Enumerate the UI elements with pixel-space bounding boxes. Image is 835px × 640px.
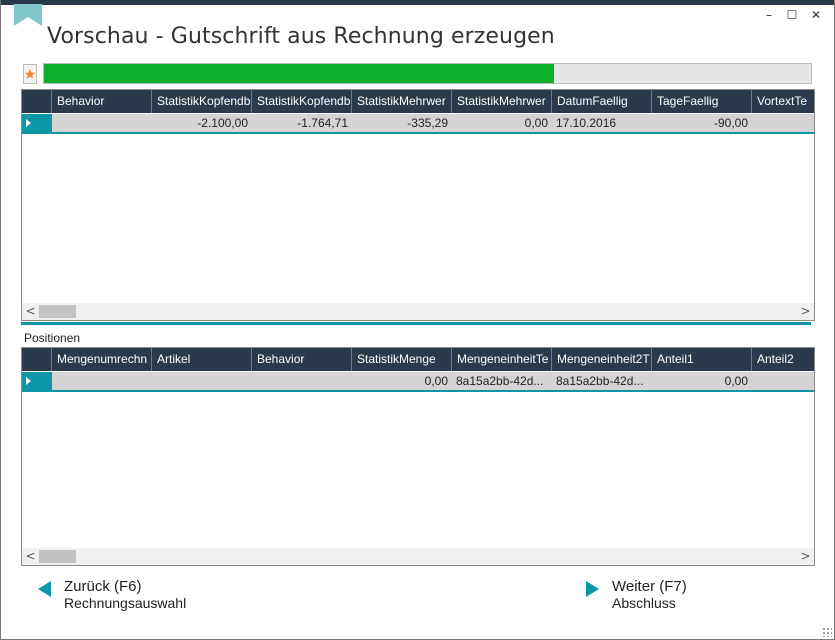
arrow-right-icon — [586, 581, 599, 597]
table-cell[interactable]: -335,29 — [352, 114, 452, 132]
table-cell[interactable] — [252, 372, 352, 390]
column-header[interactable]: StatistikMenge — [352, 348, 452, 371]
maximize-button[interactable]: ☐ — [785, 8, 799, 22]
grid-header-corner — [22, 348, 52, 371]
column-header[interactable]: Anteil1 — [652, 348, 752, 371]
scroll-left-button[interactable]: < — [22, 548, 39, 565]
favorite-button[interactable] — [23, 64, 37, 84]
column-header[interactable]: Anteil2 — [752, 348, 814, 371]
column-header[interactable]: StatistikKopfendb — [252, 90, 352, 113]
positions-label: Positionen — [24, 331, 81, 345]
table-cell[interactable]: -90,00 — [652, 114, 752, 132]
scroll-thumb[interactable] — [39, 550, 76, 563]
arrow-left-icon — [38, 581, 51, 597]
grid-header-corner — [22, 90, 52, 113]
table-cell[interactable]: 0,00 — [652, 372, 752, 390]
row-selected-arrow-icon — [26, 119, 31, 127]
back-button-sublabel: Rechnungsauswahl — [64, 595, 187, 611]
table-cell[interactable] — [752, 114, 814, 132]
column-header[interactable]: StatistikMehrwer — [352, 90, 452, 113]
column-header[interactable]: Behavior — [52, 90, 152, 113]
table-cell[interactable]: -2.100,00 — [152, 114, 252, 132]
panel-splitter[interactable] — [21, 322, 811, 325]
table-row[interactable]: -2.100,00 -1.764,71 -335,29 0,00 17.10.2… — [22, 114, 814, 134]
next-button-sublabel: Abschluss — [612, 595, 676, 611]
progress-fill — [44, 64, 555, 83]
column-header[interactable]: DatumFaellig — [552, 90, 652, 113]
column-header[interactable]: StatistikMehrwer — [452, 90, 552, 113]
table-cell[interactable] — [152, 372, 252, 390]
title-bar-strip — [0, 0, 835, 5]
column-header[interactable]: Behavior — [252, 348, 352, 371]
row-selected-arrow-icon — [26, 377, 31, 385]
minimize-button[interactable]: – — [762, 8, 776, 22]
scroll-thumb[interactable] — [39, 305, 76, 318]
table-cell[interactable] — [52, 114, 152, 132]
table-cell[interactable] — [52, 372, 152, 390]
progress-bar — [43, 63, 812, 84]
column-header[interactable]: Artikel — [152, 348, 252, 371]
column-header[interactable]: StatistikKopfendb — [152, 90, 252, 113]
column-header[interactable]: Mengenumrechn — [52, 348, 152, 371]
close-button[interactable]: ✕ — [809, 8, 823, 22]
table-cell[interactable]: 8a15a2bb-42d... — [552, 372, 652, 390]
next-button-label: Weiter (F7) — [612, 578, 687, 595]
table-cell[interactable]: -1.764,71 — [252, 114, 352, 132]
resize-grip-icon[interactable] — [822, 627, 832, 637]
page-title: Vorschau - Gutschrift aus Rechnung erzeu… — [47, 24, 555, 49]
horizontal-scrollbar[interactable]: < > — [22, 548, 814, 565]
bookmark-icon[interactable] — [14, 4, 42, 26]
table-cell[interactable]: 0,00 — [352, 372, 452, 390]
table-cell[interactable] — [752, 372, 814, 390]
table-cell[interactable]: 17.10.2016 — [552, 114, 652, 132]
grid-header: Mengenumrechn Artikel Behavior Statistik… — [22, 348, 814, 371]
table-row[interactable]: 0,00 8a15a2bb-42d... 8a15a2bb-42d... 0,0… — [22, 372, 814, 392]
table-cell[interactable]: 0,00 — [452, 114, 552, 132]
scroll-right-button[interactable]: > — [797, 548, 814, 565]
positions-grid[interactable]: Mengenumrechn Artikel Behavior Statistik… — [21, 347, 815, 566]
column-header[interactable]: MengeneinheitTe — [452, 348, 552, 371]
scroll-left-button[interactable]: < — [22, 303, 39, 320]
column-header[interactable]: VortextTe — [752, 90, 814, 113]
row-indicator[interactable] — [22, 114, 52, 134]
column-header[interactable]: TageFaellig — [652, 90, 752, 113]
preview-grid[interactable]: Behavior StatistikKopfendb StatistikKopf… — [21, 89, 815, 321]
table-cell[interactable]: 8a15a2bb-42d... — [452, 372, 552, 390]
column-header[interactable]: Mengeneinheit2T — [552, 348, 652, 371]
star-icon — [24, 69, 36, 79]
grid-header: Behavior StatistikKopfendb StatistikKopf… — [22, 90, 814, 113]
horizontal-scrollbar[interactable]: < > — [22, 303, 814, 320]
scroll-right-button[interactable]: > — [797, 303, 814, 320]
row-indicator[interactable] — [22, 372, 52, 392]
back-button-label: Zurück (F6) — [64, 578, 142, 595]
